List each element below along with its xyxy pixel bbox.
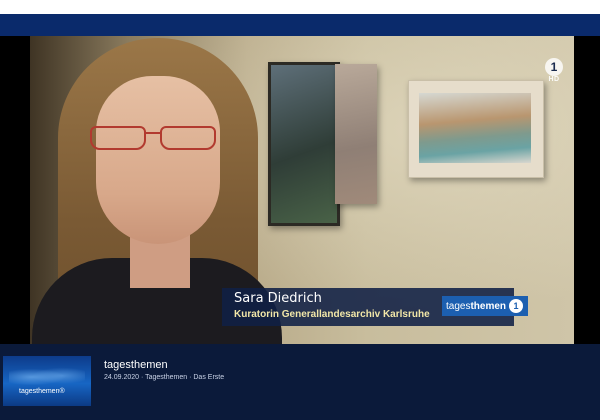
- ard-one-icon: 1: [509, 299, 524, 313]
- caption-role: Kuratorin Generallandesarchiv Karlsruhe: [234, 309, 430, 320]
- top-banner: [0, 14, 600, 36]
- painting-right: [408, 80, 544, 178]
- caption-name: Sara Diedrich: [234, 291, 322, 306]
- thumbnail-label: tagesthemen®: [19, 388, 65, 395]
- ard-hd-logo-icon: 1 HD: [542, 58, 566, 86]
- world-map-icon: [9, 364, 85, 390]
- tagesthemen-badge: tages themen 1: [442, 296, 528, 316]
- video-player[interactable]: 1 HD Sara Diedrich Kuratorin Generalland…: [0, 36, 600, 344]
- program-meta: 24.09.2020 · Tagesthemen · Das Erste: [104, 374, 225, 381]
- painting-middle: [335, 64, 377, 204]
- program-info-bar: tagesthemen® tagesthemen 24.09.2020 · Ta…: [0, 344, 600, 420]
- program-thumbnail[interactable]: tagesthemen®: [3, 356, 91, 406]
- glasses: [88, 124, 220, 150]
- program-title: tagesthemen: [104, 359, 168, 371]
